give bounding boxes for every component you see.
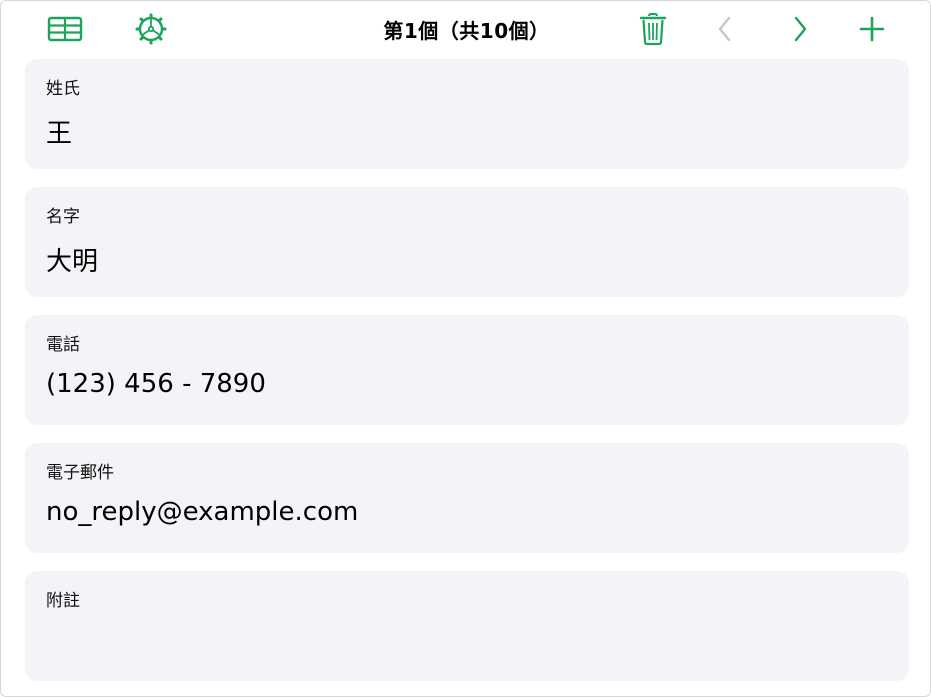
form-toolbar: 第1個（共10個）: [1, 1, 931, 57]
add-record-button[interactable]: [854, 11, 890, 47]
field-label-notes: 附註: [46, 591, 80, 611]
field-card-first-name[interactable]: 名字 大明: [25, 187, 909, 297]
delete-record-button[interactable]: [635, 11, 671, 47]
plus-icon: [859, 16, 885, 42]
chevron-right-icon: [794, 16, 807, 42]
field-label-email: 電子郵件: [46, 463, 114, 483]
field-value-first-name[interactable]: 大明: [46, 241, 98, 278]
trash-icon: [639, 13, 667, 46]
field-card-last-name[interactable]: 姓氏 王: [25, 59, 909, 169]
field-value-last-name[interactable]: 王: [46, 113, 72, 150]
field-value-phone[interactable]: (123) 456 - 7890: [46, 369, 266, 399]
field-card-email[interactable]: 電子郵件 no_reply@example.com: [25, 443, 909, 553]
field-value-email[interactable]: no_reply@example.com: [46, 497, 358, 527]
field-label-last-name: 姓氏: [46, 79, 80, 99]
field-label-first-name: 名字: [46, 207, 80, 227]
previous-record-button[interactable]: [707, 11, 743, 47]
next-record-button[interactable]: [782, 11, 818, 47]
field-card-notes[interactable]: 附註: [25, 571, 909, 681]
field-card-phone[interactable]: 電話 (123) 456 - 7890: [25, 315, 909, 425]
chevron-left-icon: [718, 16, 731, 42]
field-label-phone: 電話: [46, 335, 80, 355]
